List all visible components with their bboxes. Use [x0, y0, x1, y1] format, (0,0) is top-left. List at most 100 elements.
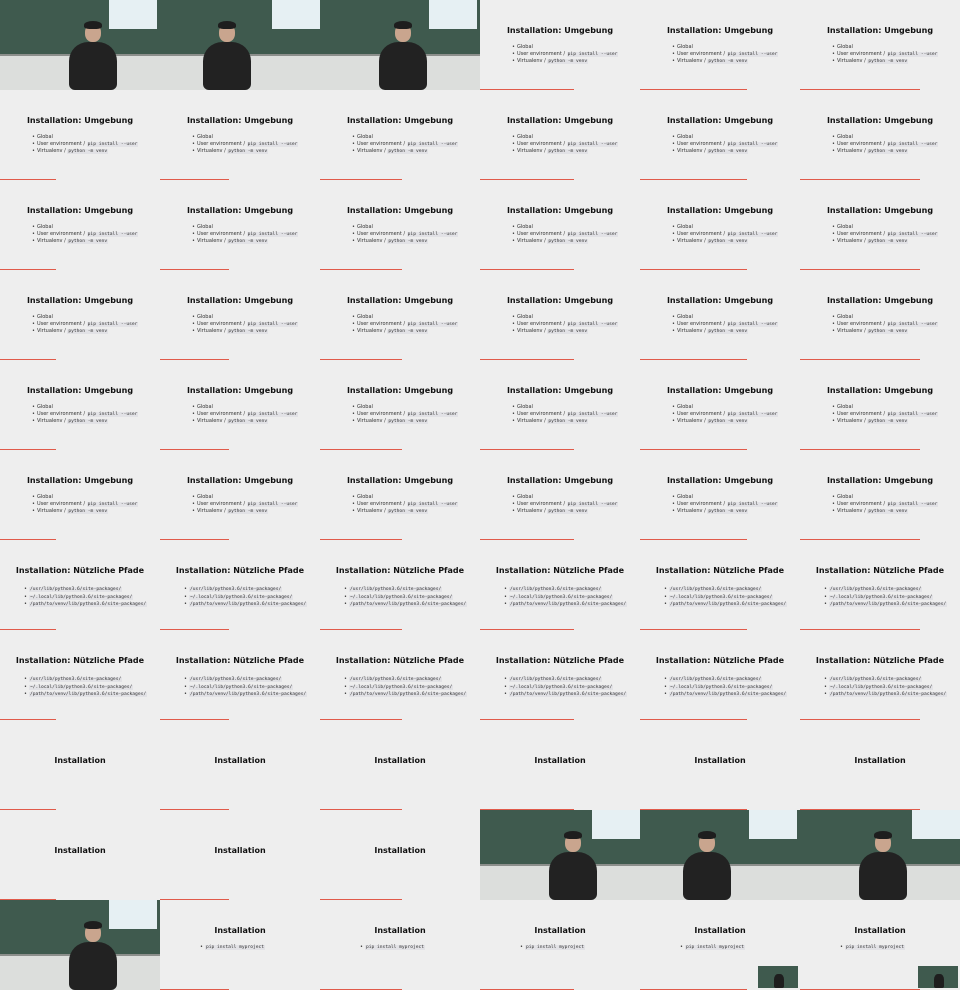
bullet-code: pip install --user: [86, 411, 139, 417]
bullet-text: Virtualenv /: [516, 418, 548, 424]
bullet-text: User environment /: [36, 230, 87, 237]
bullet-code: pip install --user: [566, 231, 619, 237]
speaker-body: [859, 852, 907, 900]
bullet-text: Virtualenv /: [676, 508, 708, 514]
slide-bullet: User environment / pip install --user: [32, 501, 139, 509]
slide-bullet: ~/.local/lib/python3.6/site-packages/: [24, 684, 147, 692]
slide-bullet: Virtualenv / python -m venv: [32, 148, 138, 156]
slide-frame-install: Installation: [160, 810, 320, 900]
slide-bullets: GlobalUser environment / pip install --u…: [832, 224, 939, 246]
camera-frame: [800, 810, 960, 900]
slide-bullets: GlobalUser environment / pip install --u…: [32, 314, 139, 336]
slide-bullet: Virtualenv / python -m venv: [512, 58, 618, 66]
slide-bullet: User environment / pip install --user: [32, 230, 139, 239]
slide-bullet: User environment / pip install --user: [672, 231, 779, 239]
slide-title: Installation: Umgebung: [186, 206, 294, 215]
slide-bullet: User environment / pip install --user: [192, 411, 299, 419]
slide-bullets: GlobalUser environment / pip install --u…: [512, 404, 619, 426]
slide-bullets: GlobalUser environment / pip install --u…: [672, 494, 779, 516]
slide-bullet: User environment / pip install --user: [192, 501, 299, 509]
bullet-text: Global: [196, 314, 213, 320]
bullet-text: Virtualenv /: [356, 328, 388, 334]
slide-bullets: GlobalUser environment / pip install --u…: [192, 314, 299, 336]
slide-bullet: User environment / pip install --user: [832, 231, 939, 239]
slide-bullet: /usr/lib/python3.6/site-packages/: [504, 586, 627, 594]
slide-bullets: GlobalUser environment / pip install --u…: [832, 44, 939, 66]
bullet-code: pip install --user: [726, 501, 779, 507]
bullet-code: pip install --user: [406, 501, 459, 507]
bullet-text: Virtualenv /: [196, 508, 228, 514]
bullet-text: User environment /: [516, 230, 567, 237]
slide-frame-umgebung: Installation: Umgebung GlobalUser environ…: [800, 180, 960, 270]
window: [912, 810, 960, 839]
slide-bullet: ~/.local/lib/python3.6/site-packages/: [664, 594, 787, 602]
slide-frame-umgebung: Installation: Umgebung GlobalUser environ…: [640, 270, 800, 360]
bullet-text: Global: [36, 404, 53, 410]
slide-bullets: pip install myproject: [680, 944, 746, 952]
slide-bullets: GlobalUser environment / pip install --u…: [512, 224, 619, 246]
speaker-hair: [698, 831, 716, 839]
slide-title: Installation: Nützliche Pfade: [495, 566, 625, 575]
bullet-code: ~/.local/lib/python3.6/site-packages/: [188, 684, 294, 690]
slide-frame-umgebung: Installation: Umgebung GlobalUser environ…: [320, 450, 480, 540]
bullet-text: User environment /: [356, 410, 407, 417]
slide-bullets: GlobalUser environment / pip install --u…: [832, 494, 939, 516]
slide-bullet: User environment / pip install --user: [672, 411, 779, 419]
slide-title: Installation: Umgebung: [826, 116, 934, 125]
bullet-code: pip install --user: [246, 141, 299, 147]
slide-title: Installation: [534, 926, 586, 935]
bullet-code: python -m venv: [707, 509, 749, 514]
bullet-code: python -m venv: [227, 419, 269, 424]
slide-title: Installation: Umgebung: [26, 296, 134, 305]
slide-bullet: ~/.local/lib/python3.6/site-packages/: [344, 594, 467, 602]
slide-frame-umgebung: Installation: Umgebung GlobalUser environ…: [640, 180, 800, 270]
slide-frame-pfade: Installation: Nützliche Pfade/usr/lib/py…: [0, 630, 160, 720]
bullet-code: python -m venv: [707, 419, 749, 424]
bullet-text: User environment /: [356, 140, 407, 147]
slide-bullet: Virtualenv / python -m venv: [672, 328, 778, 336]
slide-bullets: /usr/lib/python3.6/site-packages/ ~/.loca…: [24, 676, 148, 699]
slide-title: Installation: Umgebung: [666, 116, 774, 125]
slide-frame-install: Installation: [640, 720, 800, 810]
bullet-text: Global: [356, 404, 373, 410]
slide-bullet: User environment / pip install --user: [832, 411, 939, 419]
slide-title: Installation: Umgebung: [186, 386, 294, 395]
slide-bullet: ~/.local/lib/python3.6/site-packages/: [344, 684, 467, 692]
slide-bullet: Virtualenv / python -m venv: [832, 238, 938, 246]
slide-frame-install: Installation: [320, 810, 480, 900]
slide-bullet: Virtualenv / python -m venv: [192, 418, 298, 426]
bullet-text: Global: [36, 314, 53, 320]
bullet-text: User environment /: [676, 140, 727, 147]
bullet-text: Global: [196, 134, 213, 140]
slide-bullets: GlobalUser environment / pip install --u…: [352, 404, 459, 426]
bullet-code: ~/.local/lib/python3.6/site-packages/: [668, 594, 774, 600]
bullet-code: pip install --user: [406, 231, 459, 237]
bullet-text: User environment /: [516, 410, 567, 417]
bullet-text: User environment /: [676, 50, 727, 57]
bullet-text: Virtualenv /: [36, 508, 68, 514]
slide-bullet: Virtualenv / python -m venv: [672, 508, 778, 516]
bullet-code: python -m venv: [867, 509, 909, 514]
slide-frame-install: Installation: [0, 810, 160, 900]
bullet-text: Global: [356, 314, 373, 320]
bullet-code: python -m venv: [387, 419, 429, 424]
bullet-code: python -m venv: [867, 329, 909, 334]
slide-bullets: /usr/lib/python3.6/site-packages/ ~/.loca…: [504, 586, 628, 609]
slide-bullets: GlobalUser environment / pip install --u…: [672, 404, 779, 426]
slide-bullet: ~/.local/lib/python3.6/site-packages/: [504, 594, 627, 602]
slide-bullet: Virtualenv / python -m venv: [672, 238, 778, 246]
slide-title: Installation: Umgebung: [826, 296, 934, 305]
slide-frame-umgebung: Installation: Umgebung GlobalUser environ…: [480, 0, 640, 90]
bullet-text: Virtualenv /: [356, 238, 388, 244]
slide-bullet: /path/to/venv/lib/python3.6/site-package…: [184, 601, 308, 609]
bullet-code: ~/.local/lib/python3.6/site-packages/: [348, 594, 454, 600]
slide-frame-umgebung: Installation: Umgebung GlobalUser environ…: [160, 360, 320, 450]
bullet-code: ~/.local/lib/python3.6/site-packages/: [668, 684, 774, 690]
bullet-text: User environment /: [36, 320, 87, 327]
bullet-code: /usr/lib/python3.6/site-packages/: [508, 587, 603, 592]
slide-bullet: /usr/lib/python3.6/site-packages/: [664, 676, 787, 684]
slide-title: Installation: Umgebung: [26, 476, 134, 485]
bullet-code: /usr/lib/python3.6/site-packages/: [668, 587, 763, 592]
bullet-code: pip install --user: [86, 231, 139, 237]
slide-bullet: /path/to/venv/lib/python3.6/site-package…: [24, 691, 148, 699]
